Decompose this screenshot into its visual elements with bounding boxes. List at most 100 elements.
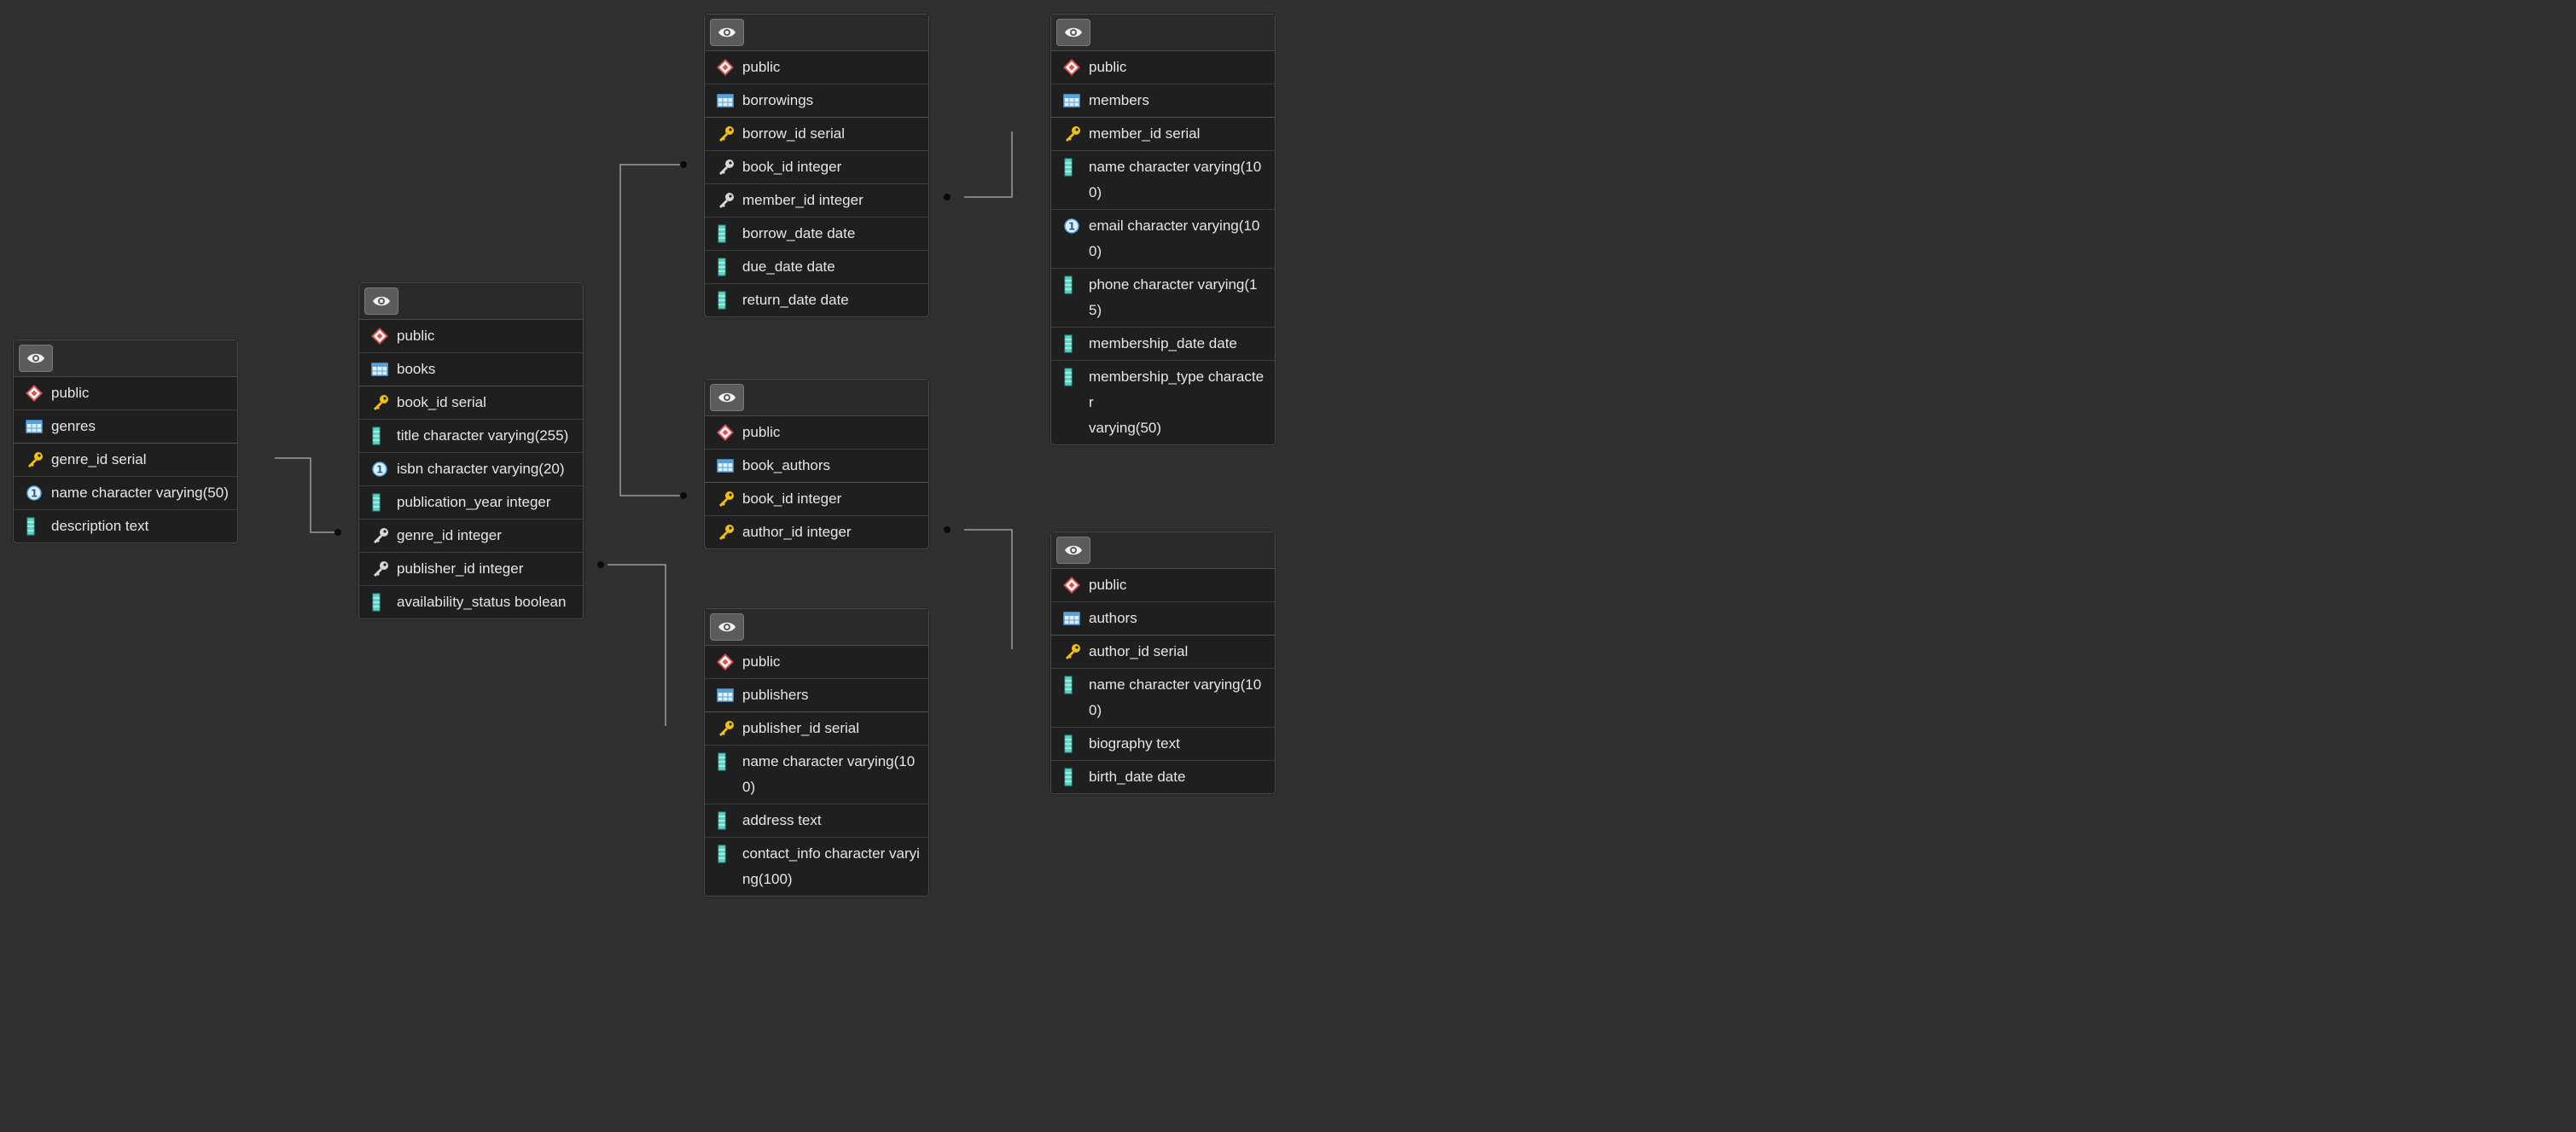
eye-icon[interactable]	[19, 345, 53, 372]
column-row-label: phone character varying(15)	[1089, 276, 1258, 318]
column-icon	[1063, 364, 1082, 390]
table-icon	[717, 682, 736, 708]
eye-icon[interactable]	[710, 19, 744, 46]
column-icon	[717, 287, 736, 313]
column-row-label: isbn character varying(20)	[397, 461, 565, 477]
table-card-borrowings[interactable]: public borrowings borrow_id serial book_id …	[704, 14, 929, 317]
table-card-publishers[interactable]: public publishers publisher_id serial name …	[704, 608, 929, 897]
column-row[interactable]: name character varying(10 0)	[705, 746, 928, 804]
table-name-row-label: genres	[51, 418, 96, 434]
table-card-members[interactable]: public members member_id serial name charac…	[1050, 14, 1276, 445]
table-card-authors[interactable]: public authors author_id serial name charac…	[1050, 531, 1276, 794]
primary-key-icon	[717, 486, 736, 512]
svg-text:1: 1	[31, 488, 38, 500]
column-row[interactable]: genre_id serial	[14, 444, 237, 477]
primary-key-icon	[26, 447, 44, 473]
table-card-header	[1051, 15, 1275, 51]
column-row-label: availability_status boolean	[397, 594, 567, 610]
schema-icon	[717, 420, 736, 445]
column-row[interactable]: author_id integer	[705, 516, 928, 549]
column-row[interactable]: membership_type character varying(50)	[1051, 361, 1275, 444]
column-row[interactable]: 1 email character varying(10 0)	[1051, 210, 1275, 269]
column-row[interactable]: borrow_id serial	[705, 118, 928, 151]
schema-row[interactable]: public	[359, 320, 583, 353]
column-row[interactable]: member_id integer	[705, 184, 928, 218]
column-icon	[1063, 731, 1082, 757]
link-books-publishers	[608, 564, 666, 726]
table-card-book-authors[interactable]: public book_authors book_id integer author_…	[704, 379, 929, 549]
column-row[interactable]: book_id integer	[705, 483, 928, 516]
table-name-row[interactable]: publishers	[705, 679, 928, 712]
column-row[interactable]: name character varying(10 0)	[1051, 669, 1275, 728]
schema-row[interactable]: public	[705, 646, 928, 679]
schema-icon	[1063, 55, 1082, 80]
schema-row[interactable]: public	[705, 416, 928, 450]
column-row[interactable]: availability_status boolean	[359, 586, 583, 618]
column-row-label: borrow_id serial	[742, 125, 845, 142]
table-card-genres[interactable]: public genres genre_id serial 1 name charact…	[13, 340, 238, 543]
column-row-label: membership_type character varying(50)	[1089, 369, 1265, 436]
column-row[interactable]: member_id serial	[1051, 118, 1275, 151]
column-row[interactable]: contact_info character varyi ng(100)	[705, 838, 928, 896]
eye-icon[interactable]	[364, 287, 398, 315]
column-row-label: publisher_id serial	[742, 720, 860, 736]
link-bookauthors-authors	[964, 529, 1013, 649]
column-row[interactable]: author_id serial	[1051, 636, 1275, 669]
table-name-row[interactable]: members	[1051, 84, 1275, 118]
schema-row[interactable]: public	[1051, 569, 1275, 602]
table-icon	[371, 357, 390, 382]
column-row[interactable]: publication_year integer	[359, 486, 583, 520]
column-row-label: address text	[742, 812, 822, 828]
column-row[interactable]: birth_date date	[1051, 761, 1275, 793]
link-endpoint	[944, 526, 951, 533]
schema-row-label: public	[742, 59, 781, 75]
table-card-books[interactable]: public books book_id serial title character…	[358, 282, 584, 619]
eye-icon[interactable]	[710, 613, 744, 641]
table-name-row[interactable]: books	[359, 353, 583, 386]
column-row[interactable]: description text	[14, 510, 237, 543]
primary-key-icon	[1063, 639, 1082, 665]
column-icon	[371, 490, 390, 515]
column-row[interactable]: publisher_id integer	[359, 553, 583, 586]
link-books-borrowings	[619, 164, 683, 496]
column-row[interactable]: genre_id integer	[359, 520, 583, 553]
column-row[interactable]: return_date date	[705, 284, 928, 316]
table-name-row[interactable]: book_authors	[705, 450, 928, 483]
table-name-row[interactable]: authors	[1051, 602, 1275, 636]
column-icon	[717, 841, 736, 867]
column-row-label: contact_info character varyi ng(100)	[742, 845, 920, 887]
eye-icon[interactable]	[710, 384, 744, 411]
schema-row[interactable]: public	[1051, 51, 1275, 84]
table-name-row-label: publishers	[742, 687, 809, 703]
table-name-row[interactable]: borrowings	[705, 84, 928, 118]
table-name-row[interactable]: genres	[14, 410, 237, 444]
column-row[interactable]: due_date date	[705, 251, 928, 284]
table-name-row-label: authors	[1089, 610, 1137, 626]
schema-row[interactable]: public	[705, 51, 928, 84]
eye-icon[interactable]	[1056, 19, 1090, 46]
column-icon	[717, 254, 736, 280]
column-row-label: member_id serial	[1089, 125, 1201, 142]
column-row[interactable]: borrow_date date	[705, 218, 928, 251]
column-row[interactable]: book_id serial	[359, 386, 583, 420]
column-row[interactable]: phone character varying(15)	[1051, 269, 1275, 328]
table-card-header	[705, 609, 928, 646]
column-row[interactable]: publisher_id serial	[705, 712, 928, 746]
column-row[interactable]: 1 isbn character varying(20)	[359, 453, 583, 486]
column-row[interactable]: book_id integer	[705, 151, 928, 184]
erd-canvas[interactable]: public genres genre_id serial 1 name charact…	[0, 0, 2576, 1132]
column-row[interactable]: name character varying(10 0)	[1051, 151, 1275, 210]
foreign-key-icon	[371, 556, 390, 582]
column-icon	[371, 423, 390, 449]
link-endpoint	[944, 194, 951, 200]
column-row[interactable]: 1 name character varying(50)	[14, 477, 237, 510]
column-row[interactable]: biography text	[1051, 728, 1275, 761]
column-row[interactable]: address text	[705, 804, 928, 838]
column-row[interactable]: title character varying(255)	[359, 420, 583, 453]
column-row[interactable]: membership_date date	[1051, 328, 1275, 361]
column-icon	[1063, 764, 1082, 790]
eye-icon[interactable]	[1056, 537, 1090, 564]
schema-row[interactable]: public	[14, 377, 237, 410]
column-icon	[717, 749, 736, 775]
column-row-label: genre_id serial	[51, 451, 147, 467]
